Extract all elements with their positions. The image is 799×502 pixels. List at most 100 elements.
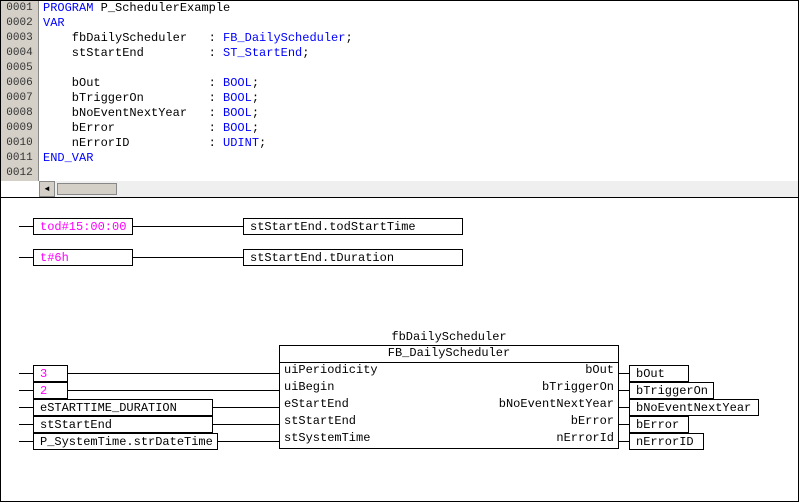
wire (19, 257, 33, 258)
target-box[interactable]: stStartEnd.tDuration (243, 249, 463, 266)
line-number: 0006 (1, 76, 39, 91)
literal-box[interactable]: t#6h (33, 249, 133, 266)
fb-io-row: stSystemTime nErrorId (280, 431, 618, 448)
wire (218, 441, 279, 442)
code-text: bOut : BOOL; (39, 76, 259, 91)
hscroll-row: ◄ (1, 181, 798, 197)
fb-input-value[interactable]: stStartEnd (33, 416, 213, 433)
fb-input-label: uiPeriodicity (280, 363, 378, 380)
fb-output-pin: bNoEventNextYear (619, 399, 759, 416)
code-line[interactable]: 0006 bOut : BOOL; (1, 76, 798, 91)
wire (19, 424, 33, 425)
code-text: END_VAR (39, 151, 93, 166)
fb-io-row: eStartEnd bNoEventNextYear (280, 397, 618, 414)
fb-output-label: bTriggerOn (542, 380, 618, 397)
fb-input-pin: 2 (19, 382, 279, 399)
code-line[interactable]: 0008 bNoEventNextYear : BOOL; (1, 106, 798, 121)
assignment: t#6h stStartEnd.tDuration (19, 249, 780, 266)
fb-input-value[interactable]: 2 (33, 382, 68, 399)
literal-box[interactable]: tod#15:00:00 (33, 218, 133, 235)
code-line[interactable]: 0003 fbDailyScheduler : FB_DailySchedule… (1, 31, 798, 46)
line-number: 0001 (1, 1, 39, 16)
wire (19, 441, 33, 442)
code-line[interactable]: 0001PROGRAM P_SchedulerExample (1, 1, 798, 16)
fb-output-label: bNoEventNextYear (499, 397, 618, 414)
fb-io-row: stStartEndbError (280, 414, 618, 431)
code-text: stStartEnd : ST_StartEnd; (39, 46, 309, 61)
fb-call: fbDailyScheduler FB_DailyScheduler uiPer… (19, 330, 780, 449)
fb-input-value[interactable]: 3 (33, 365, 68, 382)
wire (133, 257, 243, 258)
wire (619, 441, 629, 442)
fb-io-row: uiPeriodicity bOut (280, 363, 618, 380)
fb-output-pin: bOut (619, 365, 689, 382)
code-text: VAR (39, 16, 65, 31)
fb-output-value[interactable]: bTriggerOn (629, 382, 714, 399)
wire (133, 226, 243, 227)
line-number: 0011 (1, 151, 39, 166)
scroll-left-button[interactable]: ◄ (39, 181, 55, 197)
scroll-thumb[interactable] (57, 183, 117, 195)
fb-input-value[interactable]: P_SystemTime.strDateTime (33, 433, 218, 450)
wire (68, 373, 279, 374)
fb-output-pin: nErrorID (619, 433, 704, 450)
code-line[interactable]: 0005 (1, 61, 798, 76)
fb-input-pin: eSTARTTIME_DURATION (19, 399, 279, 416)
fb-input-label: uiBegin (280, 380, 334, 397)
assignment: tod#15:00:00 stStartEnd.todStartTime (19, 218, 780, 235)
code-text: PROGRAM P_SchedulerExample (39, 1, 230, 16)
fb-input-value[interactable]: eSTARTTIME_DURATION (33, 399, 213, 416)
fb-body: FB_DailyScheduler uiPeriodicitybOutuiBeg… (279, 345, 619, 449)
line-number: 0012 (1, 166, 39, 181)
wire (619, 390, 629, 391)
fb-output-value[interactable]: bError (629, 416, 689, 433)
wire (19, 226, 33, 227)
fb-output-label: bError (571, 414, 618, 431)
code-line[interactable]: 0012 (1, 166, 798, 181)
line-number: 0010 (1, 136, 39, 151)
fbd-pane: tod#15:00:00 stStartEnd.todStartTime t#6h s… (1, 198, 798, 501)
fb-output-label: nErrorId (556, 431, 618, 448)
line-number: 0007 (1, 91, 39, 106)
code-line[interactable]: 0004 stStartEnd : ST_StartEnd; (1, 46, 798, 61)
code-editor-pane: 0001PROGRAM P_SchedulerExample0002VAR000… (1, 1, 798, 198)
wire (68, 390, 279, 391)
fb-input-label: eStartEnd (280, 397, 349, 414)
target-box[interactable]: stStartEnd.todStartTime (243, 218, 463, 235)
code-text: bTriggerOn : BOOL; (39, 91, 259, 106)
code-text (39, 166, 43, 181)
fb-io-row: uiBegin bTriggerOn (280, 380, 618, 397)
code-line[interactable]: 0009 bError : BOOL; (1, 121, 798, 136)
wire (19, 390, 33, 391)
code-line[interactable]: 0007 bTriggerOn : BOOL; (1, 91, 798, 106)
code-line[interactable]: 0010 nErrorID : UDINT; (1, 136, 798, 151)
code-line[interactable]: 0011END_VAR (1, 151, 798, 166)
code-text: bError : BOOL; (39, 121, 259, 136)
fb-input-pin: stStartEnd (19, 416, 279, 433)
code-text: bNoEventNextYear : BOOL; (39, 106, 259, 121)
fb-output-value[interactable]: bOut (629, 365, 689, 382)
line-number: 0008 (1, 106, 39, 121)
fb-output-value[interactable]: bNoEventNextYear (629, 399, 759, 416)
fb-output-label: bOut (585, 363, 618, 380)
wire (19, 407, 33, 408)
fb-output-value[interactable]: nErrorID (629, 433, 704, 450)
wire (213, 424, 279, 425)
code-line[interactable]: 0002VAR (1, 16, 798, 31)
line-number: 0003 (1, 31, 39, 46)
line-number: 0005 (1, 61, 39, 76)
line-number: 0009 (1, 121, 39, 136)
fb-input-pin: 3 (19, 365, 279, 382)
wire (619, 424, 629, 425)
fb-type-name: FB_DailyScheduler (280, 346, 618, 363)
line-number: 0002 (1, 16, 39, 31)
code-text: nErrorID : UDINT; (39, 136, 266, 151)
fb-instance-name: fbDailyScheduler (279, 330, 619, 344)
fb-input-pin: P_SystemTime.strDateTime (19, 433, 279, 450)
line-number: 0004 (1, 46, 39, 61)
fb-output-pin: bTriggerOn (619, 382, 714, 399)
fb-output-pin: bError (619, 416, 689, 433)
horizontal-scrollbar[interactable]: ◄ (39, 181, 798, 197)
fb-input-label: stSystemTime (280, 431, 370, 448)
code-text: fbDailyScheduler : FB_DailyScheduler; (39, 31, 353, 46)
